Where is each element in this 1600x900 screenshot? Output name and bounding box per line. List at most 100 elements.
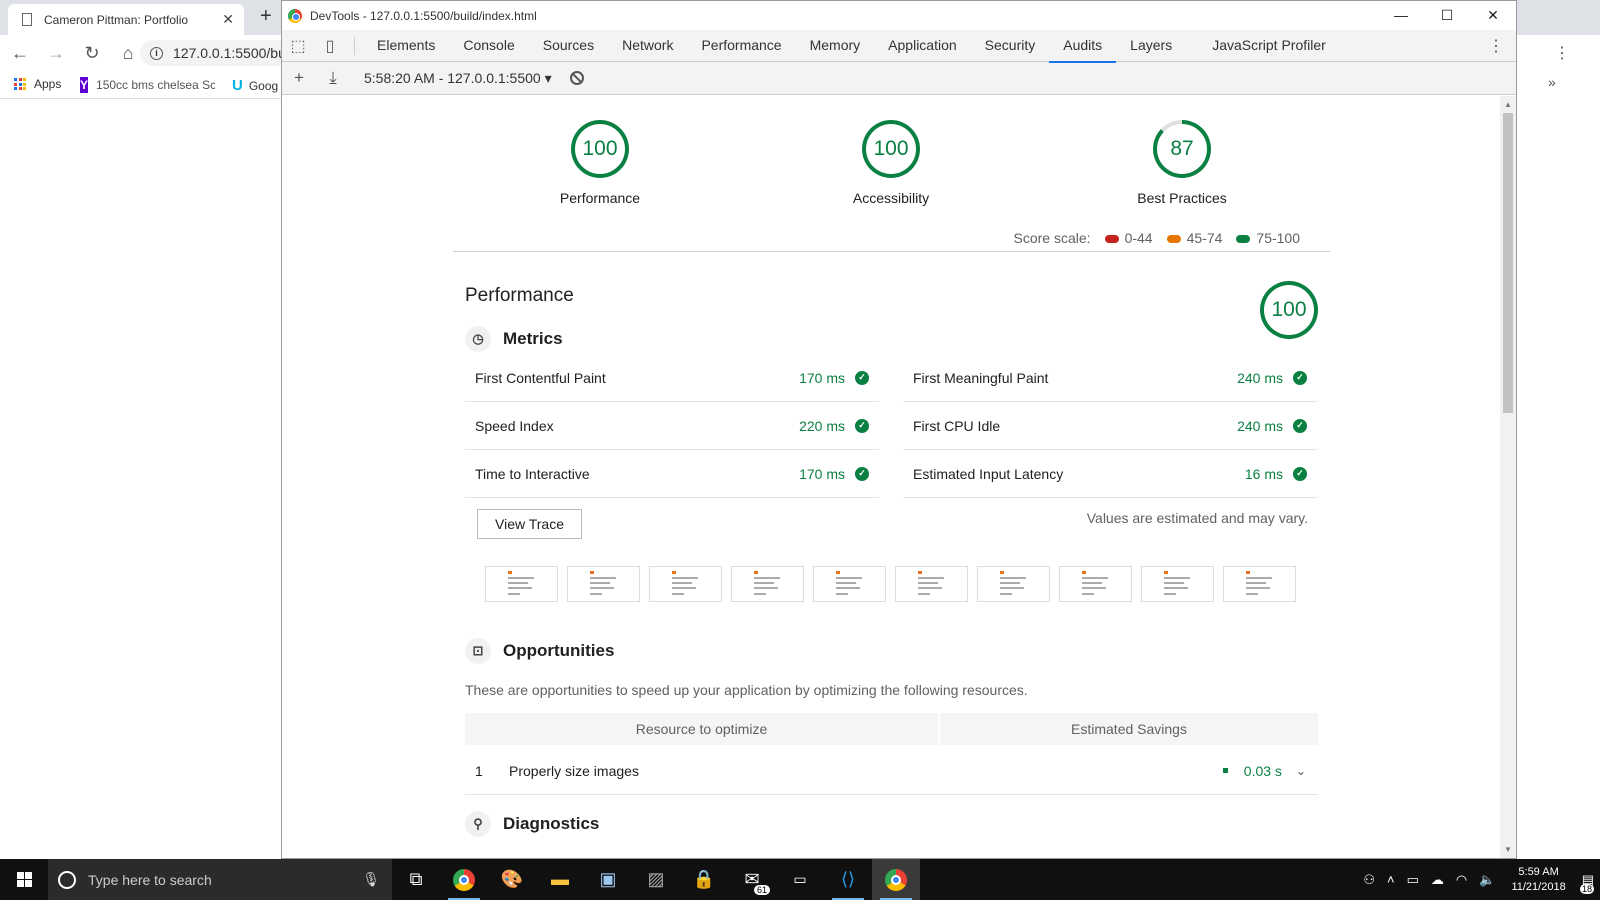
onedrive-icon[interactable]: ☁ [1431, 872, 1444, 888]
expand-chevron-icon[interactable]: ⌄ [1296, 764, 1306, 778]
window-controls: — ☐ ✕ [1378, 1, 1516, 30]
browser-menu-icon[interactable]: ⋮ [1554, 43, 1570, 63]
devtools-menu-icon[interactable]: ⋮ [1488, 36, 1504, 56]
filmstrip-frame [1223, 566, 1296, 602]
tab-close-icon[interactable]: ✕ [222, 11, 234, 28]
metric-value: 16 ms [1244, 465, 1283, 482]
opportunity-savings: 0.03 s [1243, 762, 1282, 779]
clear-all-icon[interactable] [569, 71, 584, 85]
view-trace-button[interactable]: View Trace [477, 509, 582, 539]
address-bar[interactable]: i 127.0.0.1:5500/bui [140, 40, 300, 66]
tab-console[interactable]: Console [449, 30, 528, 62]
filmstrip [485, 566, 1296, 602]
bookmark-label: Goog [248, 78, 279, 93]
devtools-tabbar: ⬚ ▯ Elements Console Sources Network Per… [282, 30, 1516, 63]
close-icon[interactable]: ✕ [1470, 1, 1516, 30]
tab-performance[interactable]: Performance [687, 30, 795, 62]
photos-icon[interactable]: ▨ [632, 859, 680, 900]
notifications-icon[interactable]: ▤ 18 [1579, 872, 1594, 894]
tab-security[interactable]: Security [971, 30, 1050, 62]
inspect-element-icon[interactable]: ⬚ [282, 30, 314, 62]
gauge-score: 87 [1170, 137, 1194, 160]
back-icon[interactable]: ← [4, 43, 36, 64]
file-explorer-icon[interactable]: ▬ [536, 859, 584, 900]
new-tab-button[interactable]: + [260, 5, 272, 28]
control-panel-icon[interactable]: ▣ [584, 859, 632, 900]
device-toolbar-icon[interactable]: ▯ [314, 30, 346, 62]
opportunity-icon: ⊡ [465, 638, 491, 664]
metric-estimated-input-latency: Estimated Input Latency 16 ms ✓ [903, 450, 1317, 498]
download-report-icon[interactable]: ⤓ [316, 68, 350, 88]
taskbar-search[interactable]: Type here to search 🎙 [48, 859, 392, 900]
opportunities-title: Opportunities [503, 641, 615, 660]
pass-check-icon: ✓ [855, 466, 869, 481]
tab-javascript-profiler[interactable]: JavaScript Profiler [1198, 30, 1340, 62]
people-icon[interactable]: ⚇ [1363, 872, 1375, 888]
divider [453, 251, 1330, 252]
opportunity-row[interactable]: 1 Properly size images 0.03 s ⌄ [465, 747, 1318, 795]
filmstrip-frame [977, 566, 1050, 602]
magnifier-icon: ⚲ [465, 811, 491, 837]
filmstrip-frame [485, 566, 558, 602]
metrics-header: ◷ Metrics [465, 326, 563, 352]
maximize-icon[interactable]: ☐ [1424, 1, 1470, 30]
pass-check-icon: ✓ [1293, 418, 1307, 433]
terminal-icon[interactable]: ▭ [776, 859, 824, 900]
scrollbar-thumb[interactable] [1503, 113, 1513, 413]
bookmark-udacity[interactable]: U Goog [232, 77, 280, 94]
volume-muted-icon[interactable]: 🔈 [1479, 872, 1495, 888]
scroll-up-icon[interactable]: ▲ [1504, 100, 1512, 109]
tray-overflow-icon[interactable]: ˄ [1387, 872, 1395, 887]
tab-network[interactable]: Network [608, 30, 687, 62]
tab-sources[interactable]: Sources [529, 30, 608, 62]
browser-tab[interactable]: Cameron Pittman: Portfolio ✕ [8, 4, 244, 35]
audit-run-label: 5:58:20 AM - 127.0.0.1:5500 [364, 69, 541, 86]
tab-application[interactable]: Application [874, 30, 971, 62]
taskbar-chrome-active[interactable] [872, 859, 920, 900]
gauge-best-practices[interactable]: 87 Best Practices [1112, 120, 1252, 206]
bookmark-apps[interactable]: Apps [14, 77, 61, 91]
minimize-icon[interactable]: — [1378, 1, 1424, 30]
pass-check-icon: ✓ [1293, 466, 1307, 481]
tab-audits[interactable]: Audits [1049, 30, 1117, 63]
metric-name: Time to Interactive [475, 465, 590, 482]
scroll-down-icon[interactable]: ▼ [1504, 845, 1512, 854]
bookmarks-overflow-icon[interactable]: » [1548, 74, 1556, 90]
browser-right-controls: ⋮ » [1517, 35, 1600, 99]
lock-app-icon[interactable]: 🔒 [680, 859, 728, 900]
metric-name: First Contentful Paint [475, 369, 606, 386]
report-scrollbar[interactable]: ▲ ▼ [1500, 96, 1516, 858]
gauge-ring: 100 [862, 120, 920, 178]
mail-icon[interactable]: ✉ 61 [728, 859, 776, 900]
tab-memory[interactable]: Memory [796, 30, 875, 62]
url-text: 127.0.0.1:5500/bui [173, 45, 289, 61]
forward-icon[interactable]: → [40, 43, 72, 64]
tab-title: Cameron Pittman: Portfolio [44, 12, 189, 27]
gauge-label: Performance [559, 190, 641, 206]
wifi-icon[interactable]: ◠ [1456, 872, 1467, 888]
battery-icon[interactable]: ▭ [1407, 872, 1419, 888]
metric-time-to-interactive: Time to Interactive 170 ms ✓ [465, 450, 879, 498]
paint-icon[interactable]: 🎨 [488, 859, 536, 900]
audits-toolbar: + ⤓ 5:58:20 AM - 127.0.0.1:5500 ▾ [282, 62, 1516, 95]
tab-layers[interactable]: Layers [1116, 30, 1186, 62]
gauge-accessibility[interactable]: 100 Accessibility [821, 120, 961, 206]
reload-icon[interactable]: ↻ [76, 43, 108, 64]
stopwatch-icon: ◷ [465, 326, 491, 352]
new-audit-icon[interactable]: + [282, 68, 316, 88]
gauge-performance[interactable]: 100 Performance [530, 120, 670, 206]
tab-elements[interactable]: Elements [363, 30, 449, 62]
bookmark-yahoo[interactable]: Y 150cc bms chelsea Sc [80, 77, 215, 93]
taskbar-chrome[interactable] [440, 859, 488, 900]
vscode-icon[interactable]: ⟨⟩ [824, 859, 872, 900]
gauge-score: 100 [873, 137, 909, 160]
devtools-window: DevTools - 127.0.0.1:5500/build/index.ht… [281, 0, 1517, 859]
task-view-icon[interactable]: ⧉ [392, 859, 440, 900]
microphone-icon[interactable]: 🎙 [362, 871, 380, 888]
audit-run-select[interactable]: 5:58:20 AM - 127.0.0.1:5500 ▾ [364, 70, 552, 87]
start-button[interactable] [0, 872, 48, 887]
clock[interactable]: 5:59 AM 11/21/2018 [1511, 865, 1565, 895]
metric-value: 170 ms [799, 465, 845, 482]
info-icon[interactable]: i [150, 46, 163, 60]
metrics-title: Metrics [503, 329, 563, 348]
